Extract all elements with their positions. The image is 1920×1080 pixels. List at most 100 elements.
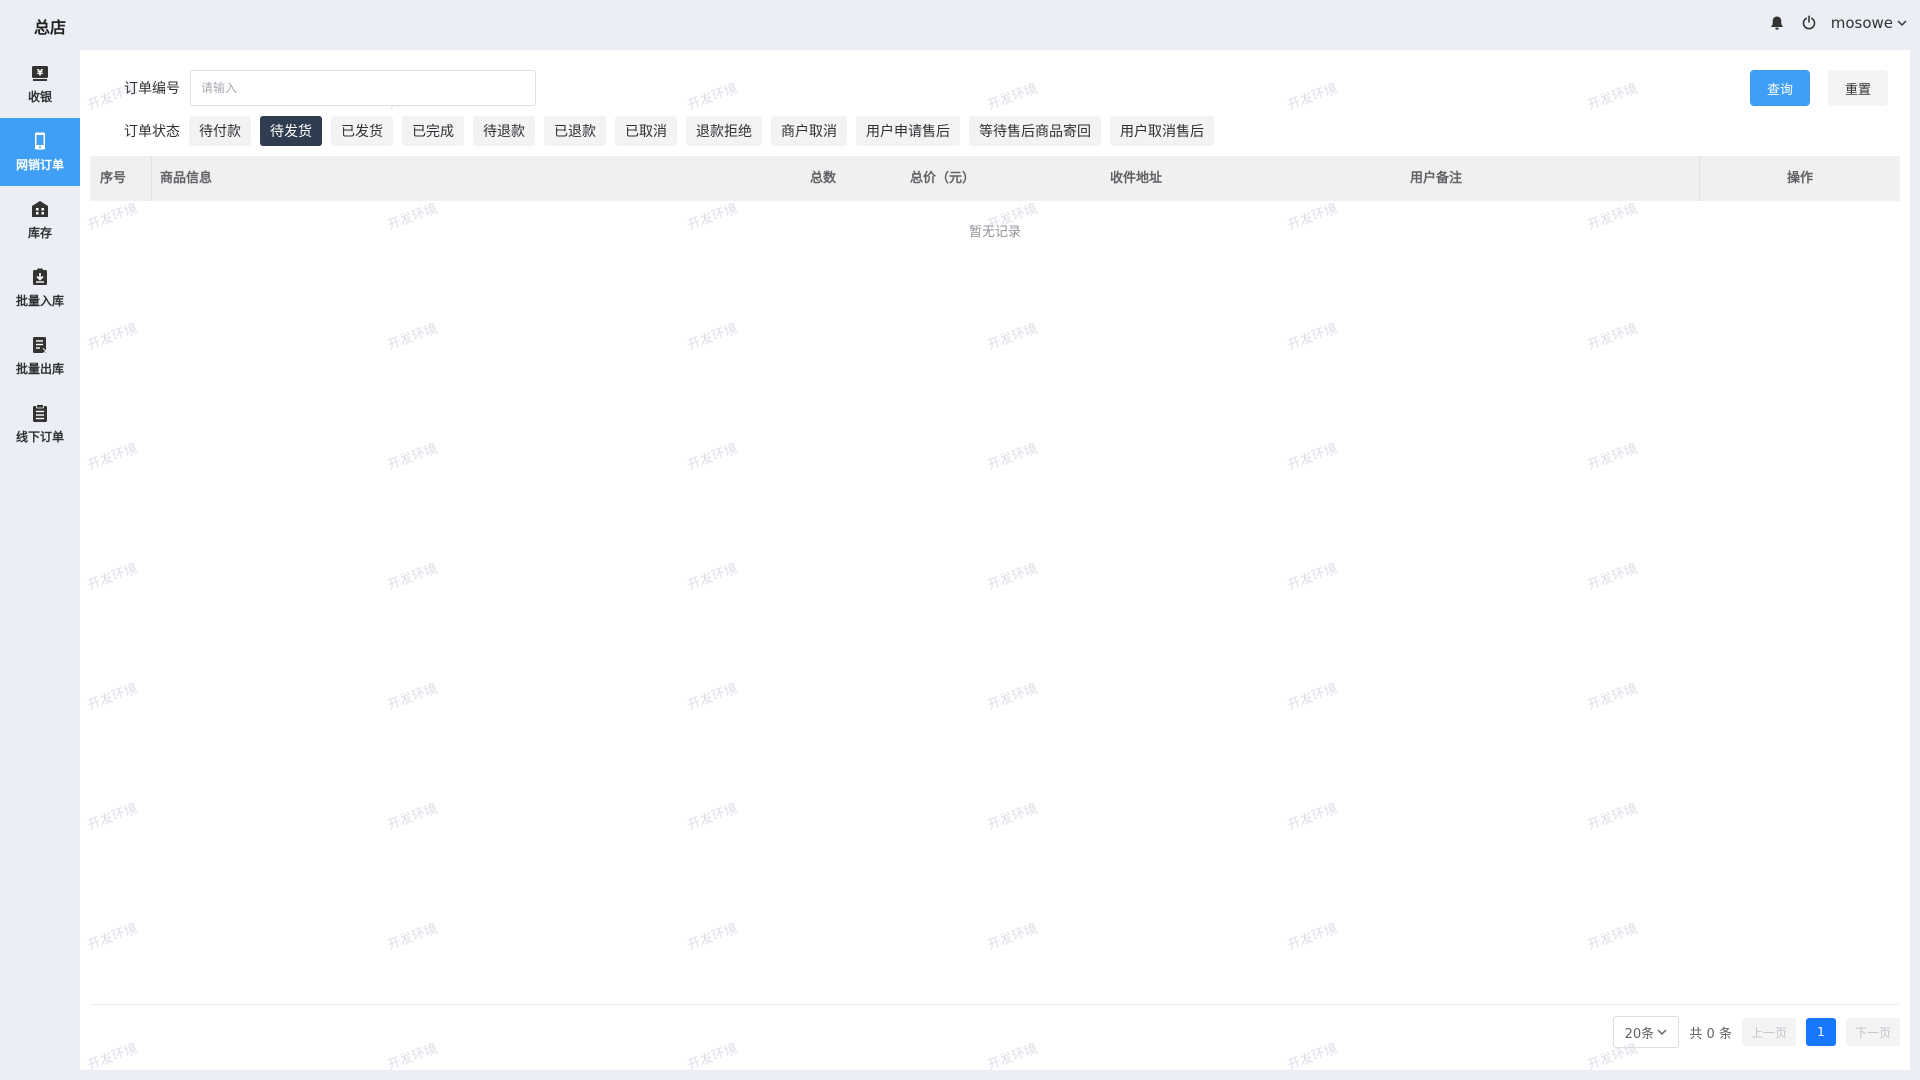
watermark-text: 开发环境 — [385, 921, 440, 954]
main-panel: 开发环境 开发环境 开发环境 开发环境 开发环境 开发环境 开发环境 开发环境 开发环境 开发环境… — [80, 50, 1910, 1070]
pagination: 20条 共 0 条 上一页 1 下一页 — [1613, 1016, 1900, 1048]
chevron-down-icon — [1897, 20, 1907, 26]
watermark-text: 开发环境 — [1285, 441, 1340, 474]
sidebar-item-label: 网销订单 — [15, 158, 64, 172]
sidebar-item-inventory[interactable]: 库存 — [0, 186, 80, 254]
user-menu[interactable]: mosowe — [1831, 14, 1908, 32]
power-icon[interactable] — [1799, 13, 1819, 33]
watermark-text: 开发环境 — [85, 441, 140, 474]
status-after-sale-requested[interactable]: 用户申请售后 — [856, 116, 960, 146]
order-status-filter: 订单状态 待付款 待发货 已发货 已完成 待退款 已退款 已取消 退款拒绝 商户… — [124, 116, 1214, 146]
status-pending-payment[interactable]: 待付款 — [189, 116, 251, 146]
watermark-text: 开发环境 — [85, 921, 140, 954]
bell-icon[interactable] — [1767, 13, 1787, 33]
sidebar-item-cashier[interactable]: ¥ 收银 — [0, 50, 80, 118]
watermark-text: 开发环境 — [685, 321, 740, 354]
page-size-select[interactable]: 20条 — [1613, 1016, 1680, 1048]
page-number-button[interactable]: 1 — [1805, 1018, 1836, 1046]
status-completed[interactable]: 已完成 — [402, 116, 464, 146]
column-header-index: 序号 — [100, 171, 127, 186]
watermark-text: 开发环境 — [685, 921, 740, 954]
watermark-text: 开发环境 — [985, 561, 1040, 594]
watermark-text: 开发环境 — [685, 681, 740, 714]
sidebar-item-offline-orders[interactable]: 线下订单 — [0, 390, 80, 458]
table-header: 序号 商品信息 总数 总价（元） 收件地址 用户备注 操作 — [90, 156, 1900, 201]
cashier-icon: ¥ — [32, 66, 48, 81]
phone-icon — [35, 132, 45, 150]
watermark-text: 开发环境 — [985, 441, 1040, 474]
top-bar: 总店 mosowe — [0, 0, 1920, 50]
store-name: 总店 — [34, 18, 67, 37]
warehouse-icon — [32, 201, 48, 217]
status-merchant-cancelled[interactable]: 商户取消 — [771, 116, 847, 146]
status-pending-shipment[interactable]: 待发货 — [260, 116, 322, 146]
order-number-input[interactable] — [190, 70, 536, 106]
watermark-text: 开发环境 — [685, 441, 740, 474]
watermark-text: 开发环境 — [385, 561, 440, 594]
watermark-text: 开发环境 — [1285, 561, 1340, 594]
column-header-actions: 操作 — [1787, 171, 1814, 186]
watermark-text: 开发环境 — [685, 81, 740, 114]
watermark-text: 开发环境 — [685, 561, 740, 594]
column-header-address: 收件地址 — [1110, 171, 1163, 186]
watermark-text: 开发环境 — [1585, 681, 1640, 714]
reset-button[interactable]: 重置 — [1828, 70, 1888, 106]
sidebar-item-batch-outbound[interactable]: 批量出库 — [0, 322, 80, 390]
watermark-text: 开发环境 — [1285, 1041, 1340, 1070]
watermark-text: 开发环境 — [1285, 921, 1340, 954]
watermark-text: 开发环境 — [1285, 321, 1340, 354]
empty-state: 暂无记录 — [968, 225, 1021, 240]
prev-page-button[interactable]: 上一页 — [1741, 1018, 1796, 1046]
status-cancelled[interactable]: 已取消 — [615, 116, 677, 146]
sidebar-item-online-orders[interactable]: 网销订单 — [0, 118, 80, 186]
column-divider — [1699, 156, 1700, 201]
username: mosowe — [1830, 14, 1893, 32]
page-size-value: 20条 — [1624, 1026, 1655, 1042]
watermark-text: 开发环境 — [385, 801, 440, 834]
watermark-text: 开发环境 — [1285, 81, 1340, 114]
status-pending-refund[interactable]: 待退款 — [473, 116, 535, 146]
order-number-label: 订单编号 — [124, 81, 180, 97]
watermark-text: 开发环境 — [385, 1041, 440, 1070]
watermark-text: 开发环境 — [85, 801, 140, 834]
chevron-down-icon — [1657, 1029, 1667, 1035]
watermark-text: 开发环境 — [1585, 81, 1640, 114]
column-header-total-price: 总价（元） — [910, 171, 976, 186]
watermark-text: 开发环境 — [985, 81, 1040, 114]
query-button[interactable]: 查询 — [1750, 70, 1810, 106]
watermark-text: 开发环境 — [385, 441, 440, 474]
next-page-button[interactable]: 下一页 — [1845, 1018, 1900, 1046]
watermark-text: 开发环境 — [1585, 801, 1640, 834]
watermark-text: 开发环境 — [985, 1041, 1040, 1070]
status-awaiting-return[interactable]: 等待售后商品寄回 — [969, 116, 1101, 146]
watermark-text: 开发环境 — [1285, 681, 1340, 714]
watermark-text: 开发环境 — [385, 321, 440, 354]
footer-divider — [90, 1004, 1900, 1005]
sidebar-item-label: 线下订单 — [15, 430, 64, 444]
total-count: 共 0 条 — [1689, 1026, 1732, 1042]
watermark-text: 开发环境 — [1285, 801, 1340, 834]
column-header-quantity: 总数 — [810, 171, 837, 186]
status-refund-rejected[interactable]: 退款拒绝 — [686, 116, 762, 146]
sidebar-item-batch-inbound[interactable]: 批量入库 — [0, 254, 80, 322]
watermark-text: 开发环境 — [85, 1041, 140, 1070]
order-status-label: 订单状态 — [124, 124, 180, 140]
watermark-text: 开发环境 — [685, 801, 740, 834]
status-after-sale-cancelled[interactable]: 用户取消售后 — [1110, 116, 1214, 146]
watermark-text: 开发环境 — [1585, 321, 1640, 354]
inbound-icon — [33, 268, 47, 285]
watermark-text: 开发环境 — [85, 321, 140, 354]
column-header-product: 商品信息 — [160, 171, 213, 186]
column-divider — [151, 156, 152, 201]
column-header-remark: 用户备注 — [1410, 171, 1463, 186]
watermark-text: 开发环境 — [85, 561, 140, 594]
top-right-actions: mosowe — [1767, 13, 1908, 33]
watermark-text: 开发环境 — [1585, 921, 1640, 954]
watermark-text: 开发环境 — [685, 1041, 740, 1070]
sidebar-item-label: 批量入库 — [15, 294, 64, 308]
sidebar-item-label: 批量出库 — [15, 362, 64, 376]
status-shipped[interactable]: 已发货 — [331, 116, 393, 146]
watermark-text: 开发环境 — [985, 801, 1040, 834]
svg-text:¥: ¥ — [37, 69, 44, 79]
status-refunded[interactable]: 已退款 — [544, 116, 606, 146]
